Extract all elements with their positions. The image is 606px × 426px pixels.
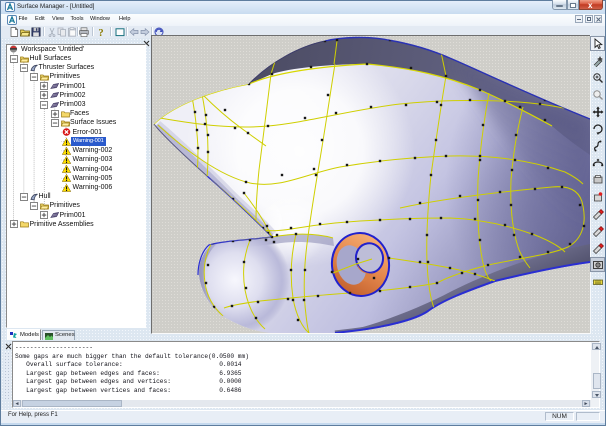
svg-text:?: ? (98, 28, 103, 37)
